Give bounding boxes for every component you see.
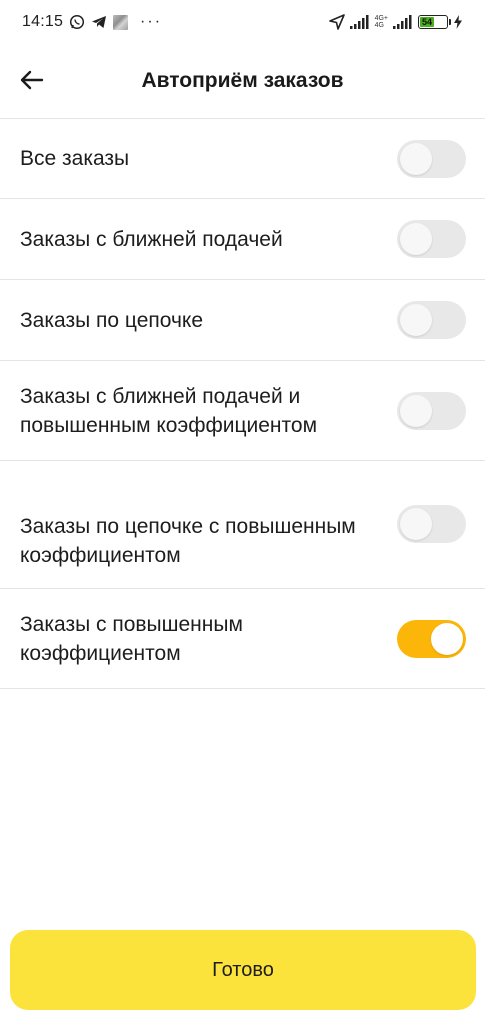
toggle-switch[interactable] [397,220,466,258]
toggle-knob [400,508,432,540]
setting-row-near-pickup-surge[interactable]: Заказы с ближней подачей и повышенным ко… [0,360,485,460]
battery-level: 54 [420,17,435,27]
setting-row-chain-orders[interactable]: Заказы по цепочке [0,279,485,360]
list-divider [0,688,485,689]
page-title: Автоприём заказов [141,69,344,92]
toggle-knob [400,142,432,175]
network-type-label: 4G+ [374,15,388,22]
network-type-sub: 4G [374,22,384,29]
status-right: 4G+ 4G 54 [328,14,463,30]
status-bar: 14:15 ··· 4G+ 4G 54 [0,0,485,44]
more-notifications: ··· [140,13,163,30]
toggle-switch[interactable] [397,391,466,430]
app-header: Автоприём заказов [0,52,485,110]
setting-label: Заказы с повышенным коэффициентом [20,612,243,665]
battery-icon: 54 [418,15,451,29]
status-time: 14:15 [22,13,64,30]
setting-row-chain-surge[interactable]: Заказы по цепочке с повышенным коэффицие… [0,460,485,588]
setting-label: Заказы с ближней подачей [20,227,283,251]
signal-icon [349,15,370,29]
app-icon [113,14,129,30]
toggle-switch[interactable] [397,619,466,658]
setting-label: Заказы по цепочке [20,308,204,332]
toggle-knob [400,394,432,427]
setting-label: Заказы по цепочке с повышенным коэффицие… [20,514,356,567]
setting-row-all-orders[interactable]: Все заказы [0,118,485,198]
signal-icon [393,15,413,29]
setting-row-near-pickup[interactable]: Заказы с ближней подачей [0,198,485,279]
network-type: 4G+ 4G [375,15,388,29]
toggle-switch[interactable] [397,301,466,339]
toggle-switch[interactable] [397,139,466,178]
whatsapp-icon [69,14,85,30]
done-button[interactable]: Готово [10,930,476,1010]
toggle-knob [431,622,463,655]
status-left: 14:15 ··· [22,13,162,31]
toggle-knob [400,223,432,255]
arrow-left-icon [20,70,44,90]
setting-label: Заказы с ближней подачей и повышенным ко… [20,384,318,437]
telegram-icon [91,15,107,29]
back-button[interactable] [16,64,48,96]
toggle-switch[interactable] [397,505,466,543]
location-arrow-icon [328,14,345,30]
setting-row-surge[interactable]: Заказы с повышенным коэффициентом [0,588,485,688]
toggle-knob [400,304,432,336]
charging-icon [453,15,463,29]
setting-label: Все заказы [20,147,130,170]
